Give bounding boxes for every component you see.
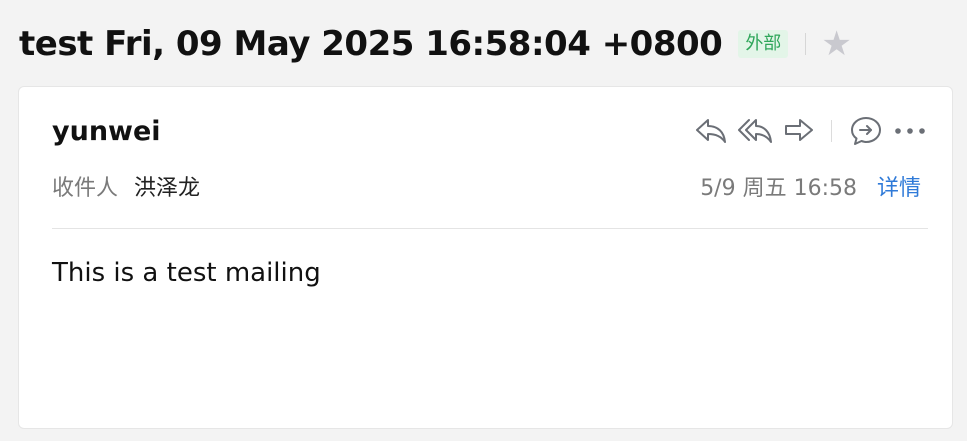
more-icon xyxy=(895,128,925,134)
message-meta: 5/9 周五 16:58 详情 xyxy=(700,170,921,202)
recipient-name[interactable]: 洪泽龙 xyxy=(134,170,200,202)
reply-all-button[interactable] xyxy=(735,113,775,149)
star-icon[interactable]: ★ xyxy=(821,27,851,61)
reply-all-icon xyxy=(738,119,772,143)
message-card: yunwei 收件人 洪泽龙 5/9 周五 16:58 详情 This is a… xyxy=(18,86,953,429)
external-badge: 外部 xyxy=(738,30,789,58)
chat-button[interactable] xyxy=(846,113,886,149)
message-date: 5/9 周五 16:58 xyxy=(700,176,857,201)
reply-button[interactable] xyxy=(691,113,731,149)
chat-icon xyxy=(851,117,881,145)
recipient-row: 收件人 洪泽龙 xyxy=(52,170,200,202)
reply-icon xyxy=(696,119,726,143)
message-actions xyxy=(687,113,930,149)
forward-icon xyxy=(785,119,813,141)
forward-button[interactable] xyxy=(779,113,819,149)
mail-subject: test Fri, 09 May 2025 16:58:04 +0800 xyxy=(19,24,723,64)
actions-divider xyxy=(831,120,832,142)
more-button[interactable] xyxy=(890,113,930,149)
header-divider xyxy=(52,228,928,229)
subject-bar: test Fri, 09 May 2025 16:58:04 +0800 外部 … xyxy=(19,22,852,66)
subject-divider xyxy=(805,33,807,55)
recipient-label: 收件人 xyxy=(52,176,119,201)
details-link[interactable]: 详情 xyxy=(877,170,921,202)
sender-name[interactable]: yunwei xyxy=(52,116,161,147)
message-body: This is a test mailing xyxy=(52,258,321,288)
